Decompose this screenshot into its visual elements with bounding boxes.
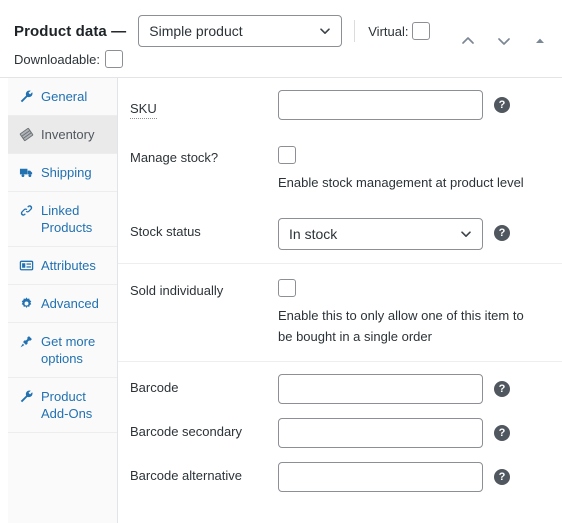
- sold-individually-description: Enable this to only allow one of this it…: [278, 308, 524, 344]
- sold-individually-label: Sold individually: [130, 283, 224, 298]
- barcode-secondary-label: Barcode secondary: [130, 424, 243, 439]
- sidebar-item-label: Attributes: [41, 258, 96, 273]
- sku-input[interactable]: [278, 90, 483, 120]
- barcode-secondary-input[interactable]: [278, 418, 483, 448]
- sold-individually-control: Enable this to only allow one of this it…: [278, 277, 530, 347]
- barcode-secondary-help-icon[interactable]: ?: [494, 425, 510, 441]
- field-control: ?: [278, 462, 562, 492]
- chevron-down-icon: [318, 24, 332, 38]
- downloadable-label: Downloadable:: [14, 51, 101, 67]
- field-group-barcodes: Barcode ? Barcode secondary ? Barcode al…: [118, 362, 562, 499]
- panel-header-actions: [458, 31, 550, 51]
- field-label-cell: Barcode: [130, 374, 278, 396]
- manage-stock-description: Enable stock management at product level: [278, 175, 524, 190]
- field-group-sold-individually: Sold individually Enable this to only al…: [118, 264, 562, 362]
- field-barcode-alternative: Barcode alternative ?: [118, 455, 562, 499]
- move-up-icon[interactable]: [458, 31, 478, 51]
- sidebar-item-label: Linked Products: [41, 203, 93, 235]
- page-title: Product data —: [14, 22, 127, 40]
- move-down-icon[interactable]: [494, 31, 514, 51]
- sidebar-item-general[interactable]: General: [8, 78, 117, 116]
- sidebar-item-label: Product Add-Ons: [41, 389, 93, 421]
- field-control: ?: [278, 374, 562, 404]
- panel-header-row-secondary: Downloadable:: [14, 48, 124, 70]
- barcode-alternative-help-icon[interactable]: ?: [494, 469, 510, 485]
- sidebar-item-label: Advanced: [41, 296, 99, 311]
- field-label-cell: Barcode secondary: [130, 418, 278, 440]
- product-type-select[interactable]: Simple product: [138, 15, 343, 47]
- field-barcode-secondary: Barcode secondary ?: [118, 411, 562, 455]
- product-data-tabs: General Inventory Shipping Linked Produc…: [8, 78, 118, 523]
- field-control: ?: [278, 90, 562, 120]
- field-label-cell: Sold individually: [130, 277, 278, 299]
- barcode-alternative-label: Barcode alternative: [130, 468, 243, 483]
- sold-individually-checkbox[interactable]: [278, 279, 296, 297]
- chevron-down-icon: [459, 227, 473, 241]
- sidebar-item-attributes[interactable]: Attributes: [8, 247, 117, 285]
- manage-stock-control: Enable stock management at product level: [278, 144, 524, 193]
- wrench-icon: [18, 88, 34, 105]
- field-manage-stock: Manage stock? Enable stock management at…: [118, 133, 562, 207]
- panel-header-row-primary: Product data — Simple product Virtual:: [14, 14, 431, 48]
- box-icon: [18, 126, 34, 143]
- header-divider: [354, 20, 356, 42]
- manage-stock-checkbox[interactable]: [278, 146, 296, 164]
- sidebar-item-label: General: [41, 89, 88, 104]
- sku-label: SKU: [130, 95, 157, 119]
- form-icon: [18, 257, 34, 274]
- virtual-label: Virtual:: [368, 23, 409, 39]
- field-group-stock: SKU ? Manage stock? Enable stock managem…: [118, 78, 562, 264]
- field-control: ?: [278, 418, 562, 448]
- toggle-panel-icon[interactable]: [530, 31, 550, 51]
- field-sku: SKU ?: [118, 78, 562, 133]
- sidebar-item-label: Get more options: [41, 334, 96, 366]
- field-sold-individually: Sold individually Enable this to only al…: [118, 264, 562, 361]
- stock-status-select[interactable]: In stock: [278, 218, 483, 250]
- sidebar-item-label: Inventory: [41, 127, 95, 142]
- sidebar-item-shipping[interactable]: Shipping: [8, 154, 117, 192]
- field-label-cell: Barcode alternative: [130, 462, 278, 484]
- barcode-alternative-input[interactable]: [278, 462, 483, 492]
- barcode-input[interactable]: [278, 374, 483, 404]
- panel-body: General Inventory Shipping Linked Produc…: [0, 78, 562, 523]
- product-type-value: Simple product: [149, 23, 243, 39]
- product-data-panel: Product data — Simple product Virtual: D…: [0, 0, 562, 523]
- sidebar-item-label: Shipping: [41, 165, 92, 180]
- stock-status-label: Stock status: [130, 224, 201, 239]
- sidebar-item-advanced[interactable]: Advanced: [8, 285, 117, 323]
- downloadable-checkbox[interactable]: [105, 50, 124, 68]
- link-icon: [18, 202, 34, 219]
- stock-status-help-icon[interactable]: ?: [494, 225, 510, 241]
- barcode-label: Barcode: [130, 380, 179, 395]
- sidebar-item-inventory[interactable]: Inventory: [8, 116, 117, 154]
- downloadable-checkbox-group[interactable]: Downloadable:: [14, 50, 124, 68]
- sku-help-icon[interactable]: ?: [494, 97, 510, 113]
- virtual-checkbox-group[interactable]: Virtual:: [368, 22, 431, 40]
- field-control: Enable this to only allow one of this it…: [278, 277, 562, 347]
- barcode-help-icon[interactable]: ?: [494, 381, 510, 397]
- plugin-icon: [18, 333, 34, 350]
- truck-icon: [18, 164, 34, 181]
- virtual-checkbox[interactable]: [412, 22, 431, 40]
- field-stock-status: Stock status In stock ?: [118, 207, 562, 263]
- stock-status-value: In stock: [289, 226, 338, 242]
- wrench-icon: [18, 388, 34, 405]
- field-control: In stock ?: [278, 218, 562, 250]
- field-barcode: Barcode ?: [118, 362, 562, 411]
- sidebar-item-get-more-options[interactable]: Get more options: [8, 323, 117, 378]
- field-control: Enable stock management at product level: [278, 144, 562, 193]
- field-label-cell: Manage stock?: [130, 144, 278, 166]
- gear-icon: [18, 295, 34, 312]
- sidebar-item-product-add-ons[interactable]: Product Add-Ons: [8, 378, 117, 433]
- sidebar-item-linked-products[interactable]: Linked Products: [8, 192, 117, 247]
- manage-stock-label: Manage stock?: [130, 150, 219, 165]
- field-label-cell: SKU: [130, 90, 278, 119]
- inventory-fields-panel: SKU ? Manage stock? Enable stock managem…: [118, 78, 562, 523]
- panel-header: Product data — Simple product Virtual: D…: [0, 0, 562, 78]
- field-label-cell: Stock status: [130, 218, 278, 240]
